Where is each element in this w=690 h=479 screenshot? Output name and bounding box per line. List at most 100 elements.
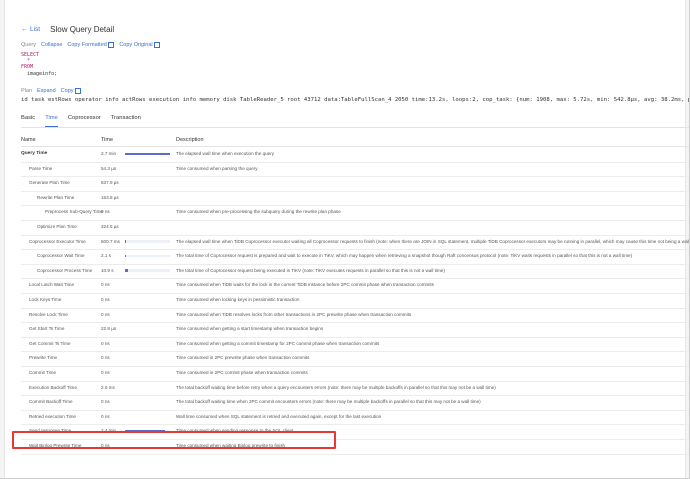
row-time: 0 ns xyxy=(101,370,110,375)
row-description: Wall time consumed when SQL statement is… xyxy=(176,413,382,419)
column-header-description: Description xyxy=(176,137,204,143)
row-name: Local Latch Wait Time xyxy=(29,282,75,288)
row-description: The total time of Coprocessor request be… xyxy=(176,267,445,273)
row-name: Coprocessor Executor Time xyxy=(29,238,86,244)
left-edge xyxy=(0,0,5,478)
row-time: 324.5 µs xyxy=(101,224,119,229)
table-row: Rewrite Plan Time 153.8 µs xyxy=(21,191,689,207)
row-time: 2.7 min xyxy=(101,151,117,156)
back-to-list-link[interactable]: ← List xyxy=(21,26,40,33)
row-description: Time consumed in 2PC prewrite phase when… xyxy=(176,355,310,361)
row-name: Commit Backoff Time xyxy=(29,399,73,405)
table-row: Query Time 2.7 min The elapsed wall time w… xyxy=(21,147,689,163)
time-bar-fill xyxy=(125,254,126,258)
table-row: Execution Backoff Time 2.0 ms The total ba… xyxy=(21,381,689,397)
row-time: 54.3 µs xyxy=(101,165,117,171)
table-row: Coprocessor Executor Time 500.7 ms The ela… xyxy=(21,235,689,251)
copy-original-link[interactable]: Copy Original xyxy=(119,42,161,48)
table-row: Local Latch Wait Time 0 ns Time consumed w… xyxy=(21,278,689,294)
row-time: 0 ns xyxy=(101,282,110,288)
row-time: 0 ns xyxy=(101,355,110,361)
table-row: Resolve Lock Time 0 ns Time consumed when … xyxy=(21,308,689,324)
table-row: Get Start Ts Time 22.8 µs Time consumed wh… xyxy=(21,322,689,338)
highlight-annotation xyxy=(12,431,336,449)
copy-plan-label: Copy xyxy=(60,88,74,94)
table-row: Coprocessor Process Time 10.9 s The total … xyxy=(21,264,689,280)
row-name: Execution Backoff Time xyxy=(29,384,77,390)
query-label: Query xyxy=(21,42,36,48)
table-row: Lock Keys Time 0 ns Time consumed when loc… xyxy=(21,293,689,309)
copy-icon xyxy=(108,42,115,48)
row-time: 0 ns xyxy=(101,297,110,302)
sql-line: imageinfo; xyxy=(21,70,58,77)
collapse-link[interactable]: Collapse xyxy=(41,42,62,48)
row-name: Query Time xyxy=(21,151,48,156)
time-bar-fill xyxy=(125,240,126,243)
row-description: Time consumed when TiDB waits for the lo… xyxy=(176,282,434,288)
time-bar-track xyxy=(125,254,170,258)
row-name: Preprocess Sub-Query Time xyxy=(45,209,103,215)
row-name: Lock Keys Time xyxy=(29,297,62,302)
tab-coprocessor[interactable]: Coprocessor xyxy=(68,115,101,126)
row-time: 22.8 µs xyxy=(101,326,117,332)
copy-plan-link[interactable]: Copy xyxy=(60,88,82,94)
row-name: Prewrite Time xyxy=(29,355,58,361)
page-title: Slow Query Detail xyxy=(50,24,115,34)
plan-text: id task estRows operator info actRows ex… xyxy=(21,97,689,103)
row-name: Commit Time xyxy=(29,370,57,375)
time-bar-fill xyxy=(125,152,170,155)
row-name: Optimize Plan Time xyxy=(37,224,77,229)
plan-label: Plan xyxy=(21,88,33,94)
row-time: 2.1 s xyxy=(101,253,111,259)
table-row: Coprocessor Wait Time 2.1 s The total time… xyxy=(21,249,689,265)
row-name: Coprocessor Wait Time xyxy=(37,253,85,259)
row-description: The elapsed wall time when TiDB Coproces… xyxy=(176,238,690,244)
back-label: List xyxy=(30,25,41,33)
tab-basic[interactable]: Basic xyxy=(21,115,35,126)
row-time: 153.8 µs xyxy=(101,194,119,200)
row-name: Get Start Ts Time xyxy=(29,326,65,332)
tab-transaction[interactable]: Transaction xyxy=(111,115,141,126)
time-bar-track xyxy=(125,240,170,243)
row-description: Time consumed in 2PC commit phase when t… xyxy=(176,370,308,375)
expand-link[interactable]: Expand xyxy=(37,88,56,94)
row-description: Time consumed when TiDB resolves locks f… xyxy=(176,311,412,317)
table-row: Generate Plan Time 837.9 µs xyxy=(21,176,689,192)
time-bar-track xyxy=(125,152,170,155)
detail-tabs: Basic Time Coprocessor Transaction xyxy=(21,115,689,128)
row-time: 10.9 s xyxy=(101,267,114,273)
row-name: Parse Time xyxy=(29,165,53,171)
table-row: Parse Time 54.3 µs Time consumed when pars… xyxy=(21,162,689,178)
row-description: Time consumed when locking keys in pessi… xyxy=(176,297,300,302)
row-name: Generate Plan Time xyxy=(29,180,70,186)
row-time: 0 ns xyxy=(101,209,110,215)
time-bar-track xyxy=(125,269,170,272)
row-name: Get Commit Ts Time xyxy=(29,340,71,346)
copy-formatted-link[interactable]: Copy Formatted xyxy=(67,42,115,48)
table-row: Commit Backoff Time 0 ns The total backoff… xyxy=(21,395,689,411)
copy-icon xyxy=(154,42,161,48)
row-description: The total time of Coprocessor request is… xyxy=(176,253,633,259)
table-row: Retried execution Time 0 ns Wall time cons… xyxy=(21,410,689,426)
table-row: Preprocess Sub-Query Time 0 ns Time consum… xyxy=(21,205,689,221)
plan-toolbar: Plan Expand Copy xyxy=(21,88,86,94)
row-description: Time consumed when pre-processing the su… xyxy=(176,209,341,215)
row-description: Time consumed when getting a commit time… xyxy=(176,340,380,346)
row-time: 0 ns xyxy=(101,399,110,405)
row-name: Retried execution Time xyxy=(29,413,76,419)
row-description: The elapsed wall time when execution the… xyxy=(176,151,275,156)
copy-original-label: Copy Original xyxy=(119,42,153,48)
row-description: The total backoff waiting time before re… xyxy=(176,384,496,390)
page: ← List Slow Query Detail Query Collapse … xyxy=(0,0,690,479)
row-time: 2.0 ms xyxy=(101,384,115,390)
column-header-time: Time xyxy=(101,137,114,143)
row-description: Time consumed when parsing the query xyxy=(176,165,258,171)
row-time: 0 ns xyxy=(101,413,110,419)
row-name: Rewrite Plan Time xyxy=(37,194,75,200)
row-time: 0 ns xyxy=(101,340,110,346)
row-time: 500.7 ms xyxy=(101,238,120,244)
time-bar-fill xyxy=(125,269,129,272)
tab-time[interactable]: Time xyxy=(45,115,58,127)
copy-icon xyxy=(75,88,82,94)
table-row: Get Commit Ts Time 0 ns Time consumed when… xyxy=(21,337,689,353)
